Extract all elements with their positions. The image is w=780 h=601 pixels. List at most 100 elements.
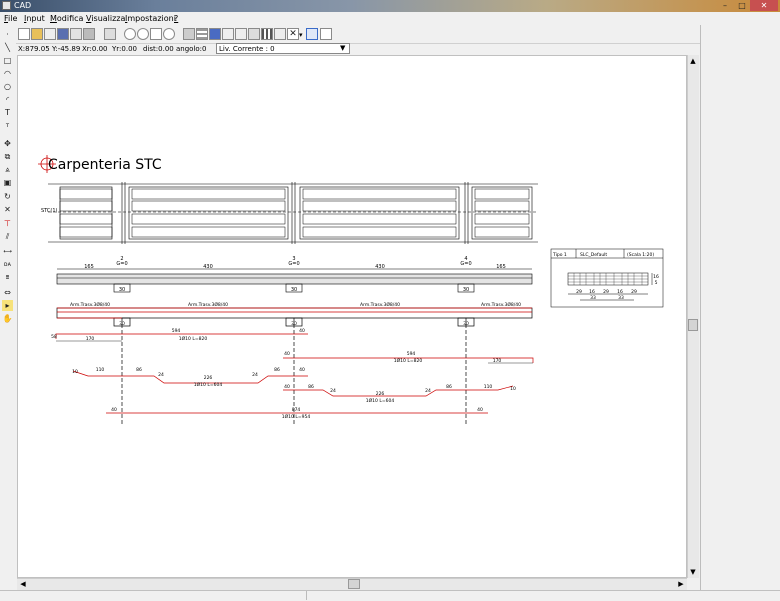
bar-dim: 24 <box>330 388 336 394</box>
label-icon[interactable]: ▸ <box>2 300 13 311</box>
menu-modifica[interactable]: Modifica <box>50 12 83 25</box>
bar-dim: 86 <box>446 384 452 390</box>
pan-icon[interactable]: ✋ <box>2 313 13 324</box>
chevron-down-icon[interactable]: ▼ <box>340 43 345 54</box>
menu-impostazioni[interactable]: Impostazioni <box>125 12 176 25</box>
support-width: 30 <box>463 287 469 293</box>
dimension-icon[interactable]: ⟷ <box>2 246 13 257</box>
offset-icon[interactable]: ⫽ <box>2 231 13 242</box>
bar-dim: 594 <box>407 351 416 357</box>
scroll-down-icon[interactable]: ▼ <box>688 567 698 577</box>
span-dim: 165 <box>496 264 506 270</box>
bar-dim: 86 <box>136 367 142 373</box>
grid-icon[interactable] <box>196 28 208 40</box>
zoom-in-icon[interactable] <box>124 28 136 40</box>
close-button[interactable]: ✕ <box>750 0 778 11</box>
bar-dim: 10 <box>72 369 78 375</box>
section-slc: SLC_Default <box>580 252 607 258</box>
status-bar <box>0 590 780 601</box>
arm-label: Arm.Trasv.3Ø8/40 <box>70 301 110 308</box>
bar-dim: 170 <box>493 358 502 364</box>
bar-dim: 24 <box>425 388 431 394</box>
rebar-schedule <box>55 333 534 414</box>
scroll-left-icon[interactable]: ◀ <box>18 579 28 589</box>
arm-label: Arm.Trasv.3Ø8/40 <box>360 301 400 308</box>
trim-icon[interactable]: ⊤ <box>2 218 13 229</box>
save-icon[interactable] <box>57 28 69 40</box>
scroll-right-icon[interactable]: ▶ <box>676 579 686 589</box>
section-scala: (Scala 1:20) <box>627 252 654 258</box>
bar-spec: 1Ø10 L=604 <box>366 397 395 404</box>
bar-dim: 226 <box>376 391 385 397</box>
horizontal-scroll-thumb[interactable] <box>348 579 360 589</box>
drawing-svg: Carpenteria STC STC(1) 2 G=0 3 G=0 4 G=0… <box>38 155 664 426</box>
bar-dim: 874 <box>292 407 301 413</box>
zoom-window-icon[interactable] <box>150 28 162 40</box>
support-width: 30 <box>463 321 469 327</box>
support-width: 30 <box>291 287 297 293</box>
menu-visualizza[interactable]: Visualizza <box>86 12 125 25</box>
point-icon[interactable]: · <box>2 29 13 40</box>
circle-icon[interactable]: ○ <box>2 81 13 92</box>
drawing-canvas[interactable]: Carpenteria STC STC(1) 2 G=0 3 G=0 4 G=0… <box>17 55 687 578</box>
section-side: 16 <box>653 274 659 280</box>
minimize-button[interactable]: – <box>716 0 734 11</box>
layer-icon[interactable] <box>183 28 195 40</box>
rectangle-icon[interactable]: □ <box>2 55 13 66</box>
vertical-scrollbar[interactable] <box>687 55 699 578</box>
angled-text-icon[interactable]: ᴛ <box>2 120 13 131</box>
support-width: 30 <box>291 321 297 327</box>
dxf-import-icon[interactable] <box>44 28 56 40</box>
menu-help[interactable]: ? <box>174 12 178 25</box>
cursor-mode-icon[interactable] <box>306 28 318 40</box>
section-side: 5 <box>655 280 658 286</box>
new-file-icon[interactable] <box>18 28 30 40</box>
line-icon[interactable]: ╲ <box>2 42 13 53</box>
bar-dim: 40 <box>299 367 305 373</box>
dropdown-arrow-icon[interactable]: ▾ <box>299 31 303 39</box>
ortho-icon[interactable] <box>235 28 247 40</box>
maximize-button[interactable]: □ <box>734 0 750 11</box>
arm-label: Arm.Trasv.3Ø8/40 <box>188 301 228 308</box>
table-icon[interactable] <box>274 28 286 40</box>
bar-dim: 594 <box>172 328 181 334</box>
arc-icon[interactable]: ◠ <box>2 68 13 79</box>
angle-readout: angolo:0 <box>176 45 207 53</box>
blocks-icon[interactable] <box>248 28 260 40</box>
paste-icon[interactable]: ▣ <box>2 177 13 188</box>
select-arrow-icon[interactable] <box>320 28 332 40</box>
layer-select-value: Liv. Corrente : 0 <box>219 45 275 53</box>
move-icon[interactable]: ✥ <box>2 138 13 149</box>
rotate-icon[interactable]: ↻ <box>2 191 13 202</box>
dim-linear-icon[interactable]: ⩩ <box>2 272 13 283</box>
section-total: 33 <box>590 295 596 301</box>
text-icon[interactable]: T <box>2 107 13 118</box>
scroll-up-icon[interactable]: ▲ <box>688 56 698 66</box>
color-icon[interactable] <box>209 28 221 40</box>
support-g: G=0 <box>116 261 127 267</box>
snap-icon[interactable] <box>222 28 234 40</box>
curve-icon[interactable]: ◜ <box>2 94 13 105</box>
print-icon[interactable] <box>83 28 95 40</box>
dim-aligned-icon[interactable]: ᴅᴀ <box>2 259 13 270</box>
app-icon <box>2 1 11 10</box>
bar-dim: 170 <box>86 336 95 342</box>
delete-tool-icon[interactable]: ✕ <box>2 204 13 215</box>
window-title: CAD <box>14 1 32 10</box>
right-panel <box>700 25 780 590</box>
open-folder-icon[interactable] <box>31 28 43 40</box>
vertical-scroll-thumb[interactable] <box>688 319 698 331</box>
menu-input[interactable]: Input <box>24 12 45 25</box>
stretch-icon[interactable]: ⇔ <box>2 287 13 298</box>
zoom-all-icon[interactable] <box>163 28 175 40</box>
save-as-icon[interactable] <box>70 28 82 40</box>
hatch-icon[interactable] <box>261 28 273 40</box>
copy-icon[interactable]: ⧉ <box>2 151 13 162</box>
delete-icon[interactable]: ✕ <box>287 28 299 40</box>
bar-dim: 10 <box>510 386 516 392</box>
menu-file[interactable]: File <box>4 12 17 25</box>
bar-dim: 86 <box>274 367 280 373</box>
mirror-icon[interactable]: ⩓ <box>2 164 13 175</box>
print-preview-icon[interactable] <box>104 28 116 40</box>
zoom-out-icon[interactable] <box>137 28 149 40</box>
